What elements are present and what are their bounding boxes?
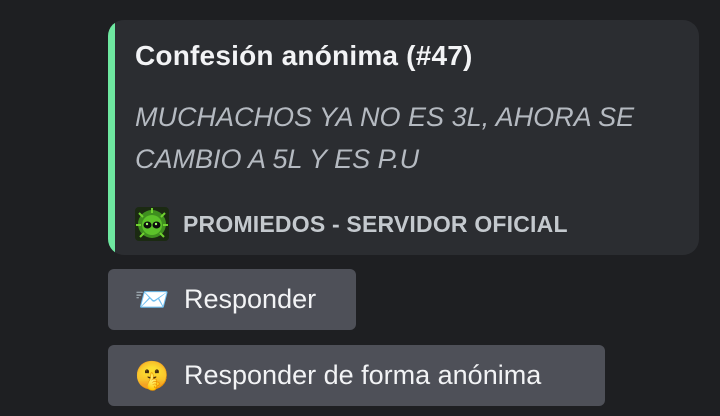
embed-footer-text: PROMIEDOS - SERVIDOR OFICIAL [183,210,568,237]
confession-embed: Confesión anónima (#47) MUCHACHOS YA NO … [108,20,699,255]
reply-anonymous-button[interactable]: 🤫 Responder de forma anónima [108,345,605,406]
reply-button[interactable]: 📨 Responder [108,269,356,330]
chat-message: Confesión anónima (#47) MUCHACHOS YA NO … [0,0,720,416]
embed-title: Confesión anónima (#47) [135,40,473,71]
shushing-face-icon: 🤫 [134,360,170,391]
embed-footer: PROMIEDOS - SERVIDOR OFICIAL [135,206,568,242]
embed-accent-bar [108,20,115,255]
reply-button-label: Responder [184,284,317,314]
promiedos-server-logo-icon [135,207,169,241]
envelope-incoming-icon: 📨 [134,284,170,315]
embed-description: MUCHACHOS YA NO ES 3L, AHORA SE CAMBIO A… [135,102,635,174]
reply-anonymous-button-label: Responder de forma anónima [184,360,542,390]
